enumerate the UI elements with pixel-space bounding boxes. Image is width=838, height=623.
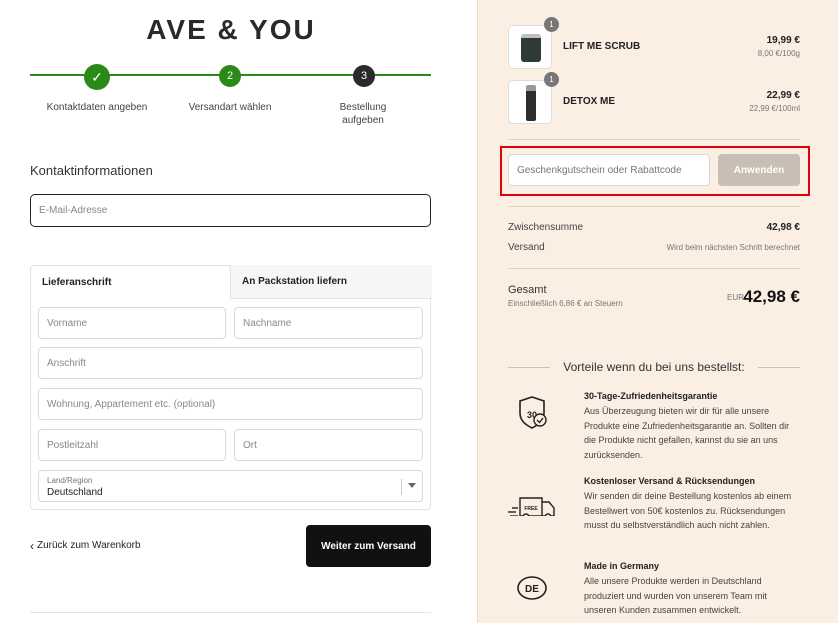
step-2-marker: 2 [219, 65, 241, 87]
subtotal-label: Zwischensumme [508, 222, 584, 233]
step-2-label: Versandart wählen [188, 102, 272, 113]
progress-line-completed [30, 74, 230, 76]
subtotal-value: 42,98 € [766, 222, 800, 233]
summary-divider [508, 139, 800, 140]
benefit-text: Aus Überzeugung bieten wir dir für alle … [584, 406, 790, 460]
cart-item: 1 DETOX ME 22,99 € 22,99 €/100ml [508, 72, 800, 124]
benefit-text: Alle unsere Produkte werden in Deutschla… [584, 576, 767, 615]
jar-shape [521, 34, 541, 62]
first-name-field[interactable] [38, 307, 226, 339]
product-name: DETOX ME [563, 96, 616, 107]
chevron-down-icon [408, 483, 416, 488]
select-divider [401, 479, 402, 495]
progress-line-pending [230, 74, 431, 76]
icon-free-text: FREE [524, 506, 538, 512]
tab-packstation[interactable]: An Packstation liefern [231, 265, 432, 299]
step-1-check-icon: ✓ [84, 64, 110, 90]
total-value: 42,98 € [743, 287, 800, 306]
product-image-scrub [508, 25, 552, 69]
cart-item: 1 LIFT ME SCRUB 19,99 € 8,00 €/100g [508, 17, 800, 69]
step-3-marker: 3 [353, 65, 375, 87]
chevron-left-icon: ‹ [30, 538, 34, 553]
product-price: 19,99 € [766, 35, 800, 46]
city-field[interactable] [234, 429, 423, 461]
footer-divider [30, 612, 431, 613]
tab-lieferanschrift[interactable]: Lieferanschrift [30, 265, 231, 299]
benefits-title: Vorteile wenn du bei uns bestellst: [563, 360, 745, 374]
quantity-badge: 1 [544, 17, 559, 32]
brand-logo[interactable]: AVE & YOU [0, 14, 462, 46]
benefits-heading: Vorteile wenn du bei uns bestellst: [508, 360, 800, 374]
product-name: LIFT ME SCRUB [563, 41, 641, 52]
quantity-badge: 1 [544, 72, 559, 87]
summary-divider [508, 206, 800, 207]
shipping-label: Versand [508, 242, 545, 253]
benefit-title: Kostenloser Versand & Rücksendungen [584, 476, 756, 486]
country-label: Land/Region [47, 476, 93, 485]
last-name-field[interactable] [234, 307, 423, 339]
contact-section-title: Kontaktinformationen [30, 163, 153, 178]
continue-to-shipping-button[interactable]: Weiter zum Versand [306, 525, 431, 567]
checkout-form-panel: AVE & YOU ✓ 2 3 Kontaktdaten angeben Ver… [0, 0, 477, 623]
benefit-text: Wir senden dir deine Bestellung kostenlo… [584, 491, 792, 530]
product-unit-price: 8,00 €/100g [757, 49, 800, 58]
total-label: Gesamt [508, 284, 547, 296]
free-truck-icon: FREE [508, 497, 555, 516]
country-select[interactable]: Land/Region Deutschland [38, 470, 423, 502]
country-value: Deutschland [47, 487, 103, 498]
step-3-label: Bestellung aufgeben [339, 102, 387, 126]
heading-rule-right [758, 367, 800, 368]
discount-code-input[interactable] [508, 154, 710, 186]
product-price: 22,99 € [766, 90, 800, 101]
product-image-detox [508, 80, 552, 124]
currency-code: EUR [727, 293, 744, 302]
icon-de-text: DE [525, 584, 539, 595]
postal-code-field[interactable] [38, 429, 226, 461]
step-1-label[interactable]: Kontaktdaten angeben [38, 101, 156, 114]
back-to-cart-label: Zurück zum Warenkorb [37, 540, 141, 551]
benefit-title: Made in Germany [584, 561, 660, 571]
summary-divider [508, 268, 800, 269]
shipping-value: Wird beim nächsten Schritt berechnet [666, 243, 800, 252]
apartment-field[interactable] [38, 388, 423, 420]
product-unit-price: 22,99 €/100ml [749, 104, 800, 113]
address-field[interactable] [38, 347, 423, 379]
back-to-cart-link[interactable]: ‹ Zurück zum Warenkorb [30, 538, 141, 553]
bottle-shape [526, 85, 536, 121]
benefit-title: 30-Tage-Zufriedenheitsgarantie [584, 391, 718, 401]
satisfaction-30-icon: 30 [519, 396, 547, 429]
email-field[interactable] [30, 194, 431, 227]
made-in-de-icon: DE [517, 576, 547, 600]
apply-discount-button[interactable]: Anwenden [718, 154, 800, 186]
tax-note: Einschließlich 6,86 € an Steuern [508, 299, 623, 308]
